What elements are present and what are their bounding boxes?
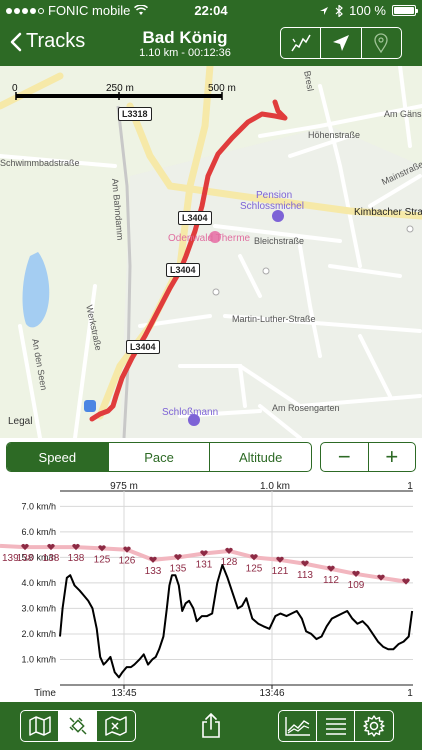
altitude-label: 113 (297, 570, 313, 581)
altitude-label: 109 (348, 580, 365, 591)
status-right: 100 % (319, 3, 418, 18)
altitude-label: 135 (170, 563, 187, 574)
chart-time-label: 13:46 (259, 688, 284, 699)
chart-tabs: Speed Pace Altitude (6, 442, 312, 472)
chart-distance-label: 1.0 km (260, 481, 290, 492)
chart-y-tick-label: 1.0 km/h (21, 654, 56, 664)
top-chrome: FONIC mobile 22:04 100 % Tracks Bad Köni… (0, 0, 422, 66)
navigation-mode-button[interactable] (321, 28, 362, 58)
altitude-label: 125 (246, 563, 263, 574)
chart-y-tick-label: 2.0 km/h (21, 629, 56, 639)
gear-icon (363, 715, 385, 737)
bluetooth-icon (335, 4, 344, 17)
zoom-control: − + (320, 442, 416, 472)
road-shield: L3318 (118, 107, 152, 121)
altitude-marker (402, 578, 410, 585)
view-mode-group (278, 710, 394, 742)
street-label: Bleichstraße (254, 236, 305, 246)
hybrid-map-icon (105, 716, 127, 736)
map-hybrid-button[interactable] (97, 711, 135, 741)
altitude-label: 133 (145, 566, 162, 577)
altitude-label: 138 (17, 553, 34, 564)
bottom-toolbar (0, 702, 422, 750)
chart-distance-label: 975 m (110, 481, 138, 492)
list-view-button[interactable] (317, 711, 355, 741)
page-subtitle: 1.10 km - 00:12:36 (139, 47, 231, 59)
track-route-icon (291, 34, 311, 52)
street-label: Schwimmbadstraße (0, 158, 80, 168)
altitude-label: 138 (68, 553, 85, 564)
map-icon (28, 716, 51, 736)
status-bar: FONIC mobile 22:04 100 % (0, 0, 422, 22)
poi-school-label: Schloßmann (162, 407, 219, 418)
legal-link[interactable]: Legal (8, 416, 32, 427)
street-label: Martin-Luther-Straße (232, 314, 316, 324)
altitude-label: 121 (272, 566, 289, 577)
location-arrow-icon (320, 6, 329, 15)
share-icon (202, 713, 220, 738)
zoom-out-button[interactable]: − (321, 443, 369, 471)
chevron-left-icon (10, 32, 22, 51)
altitude-label: 131 (196, 560, 213, 571)
street-label: Am Rosengarten (272, 403, 340, 413)
chart-y-tick-label: 4.0 km/h (21, 578, 56, 588)
poi-pension-label: Pension (256, 190, 293, 201)
battery-icon (392, 5, 418, 16)
satellite-icon (68, 717, 87, 735)
altitude-label: 138 (43, 553, 60, 564)
altitude-label: 125 (94, 554, 111, 565)
altitude-marker (21, 544, 29, 551)
road-shield: L3404 (178, 211, 212, 225)
poi-therme-label: Odenwald Therme (168, 233, 251, 244)
settings-button[interactable] (355, 711, 393, 741)
chart-time-label: 13:45 (111, 688, 136, 699)
chart-y-tick-label: 6.0 km/h (21, 527, 56, 537)
map-canvas (0, 66, 422, 438)
map-view[interactable]: 0 250 m 500 m L3318 L3404 L3404 L3404 Sc… (0, 66, 422, 438)
street-label: Kimbacher Stra (354, 207, 422, 218)
altitude-marker (47, 544, 55, 551)
zoom-in-button[interactable]: + (369, 443, 416, 471)
track-mode-button[interactable] (281, 28, 322, 58)
tab-altitude[interactable]: Altitude (210, 443, 311, 471)
altitude-label: 126 (119, 556, 136, 567)
tab-pace[interactable]: Pace (109, 443, 211, 471)
chart-view-button[interactable] (279, 711, 317, 741)
street-label: Höhenstraße (308, 130, 361, 140)
page-title: Bad König (142, 28, 228, 47)
poi-pension-label-2: Schlossmichel (240, 201, 304, 212)
chart-canvas: 1.0 km/h2.0 km/h3.0 km/h4.0 km/h5.0 km/h… (0, 481, 413, 699)
list-icon (325, 718, 346, 735)
share-button[interactable] (196, 710, 226, 742)
map-pin-icon (374, 33, 388, 53)
chart-y-tick-label: 3.0 km/h (21, 603, 56, 613)
chart-y-tick-label: 7.0 km/h (21, 501, 56, 511)
line-chart-icon (284, 717, 310, 736)
map-standard-button[interactable] (21, 711, 59, 741)
road-shield: L3404 (126, 340, 160, 354)
back-button[interactable]: Tracks (10, 30, 85, 53)
nav-bar: Tracks Bad König 1.10 km - 00:12:36 (0, 22, 422, 66)
navigation-arrow-icon (332, 35, 349, 51)
road-shield: L3404 (166, 263, 200, 277)
altitude-label: 112 (323, 575, 339, 586)
street-label: Am Gänsb (384, 109, 422, 119)
scale-label-0: 0 (12, 83, 18, 94)
chart-time-label: Time (34, 688, 56, 699)
map-mode-group (280, 27, 402, 59)
pin-mode-button[interactable] (362, 28, 401, 58)
scale-label-500: 500 m (208, 83, 236, 94)
map-satellite-button[interactable] (59, 711, 97, 741)
back-label: Tracks (26, 30, 86, 52)
speed-chart[interactable]: 1.0 km/h 2.0 km/h 3.0 km/h 4.0 km/h 5.0 km/h… (0, 478, 422, 702)
map-type-group (20, 710, 136, 742)
scale-label-250: 250 m (106, 83, 134, 94)
chart-distance-label: 1 (407, 481, 413, 492)
tab-speed[interactable]: Speed (7, 443, 109, 471)
battery-percent: 100 % (349, 3, 386, 18)
chart-time-label: 1 (407, 688, 413, 699)
